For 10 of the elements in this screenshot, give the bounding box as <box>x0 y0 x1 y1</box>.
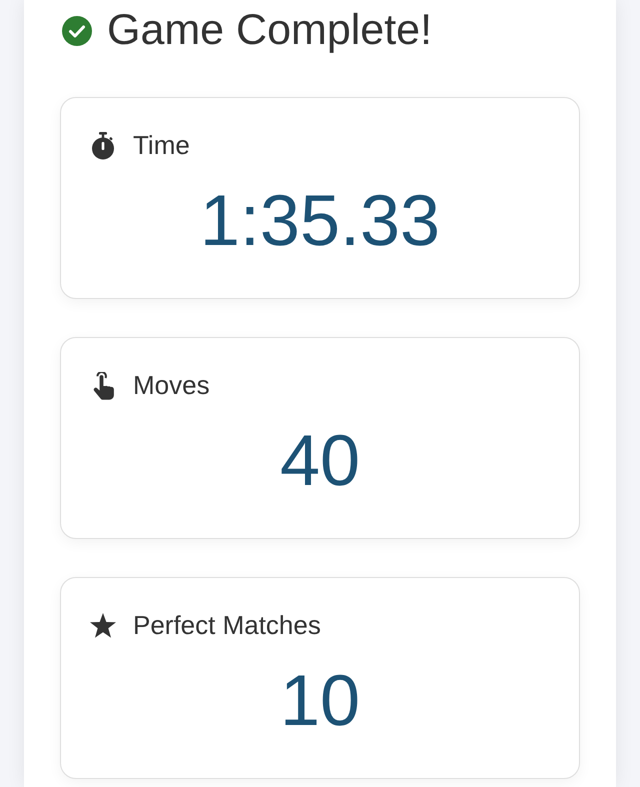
stat-value: 1:35.33 <box>200 181 440 261</box>
game-complete-title: Game Complete! <box>107 4 432 56</box>
check-circle-icon <box>62 16 92 46</box>
stat-label: Moves <box>133 370 210 402</box>
stat-label: Perfect Matches <box>133 610 321 642</box>
star-icon <box>89 612 117 640</box>
stat-value: 10 <box>280 661 360 741</box>
stopwatch-icon <box>89 132 117 160</box>
stat-label: Time <box>133 130 190 162</box>
stat-value: 40 <box>280 421 360 501</box>
